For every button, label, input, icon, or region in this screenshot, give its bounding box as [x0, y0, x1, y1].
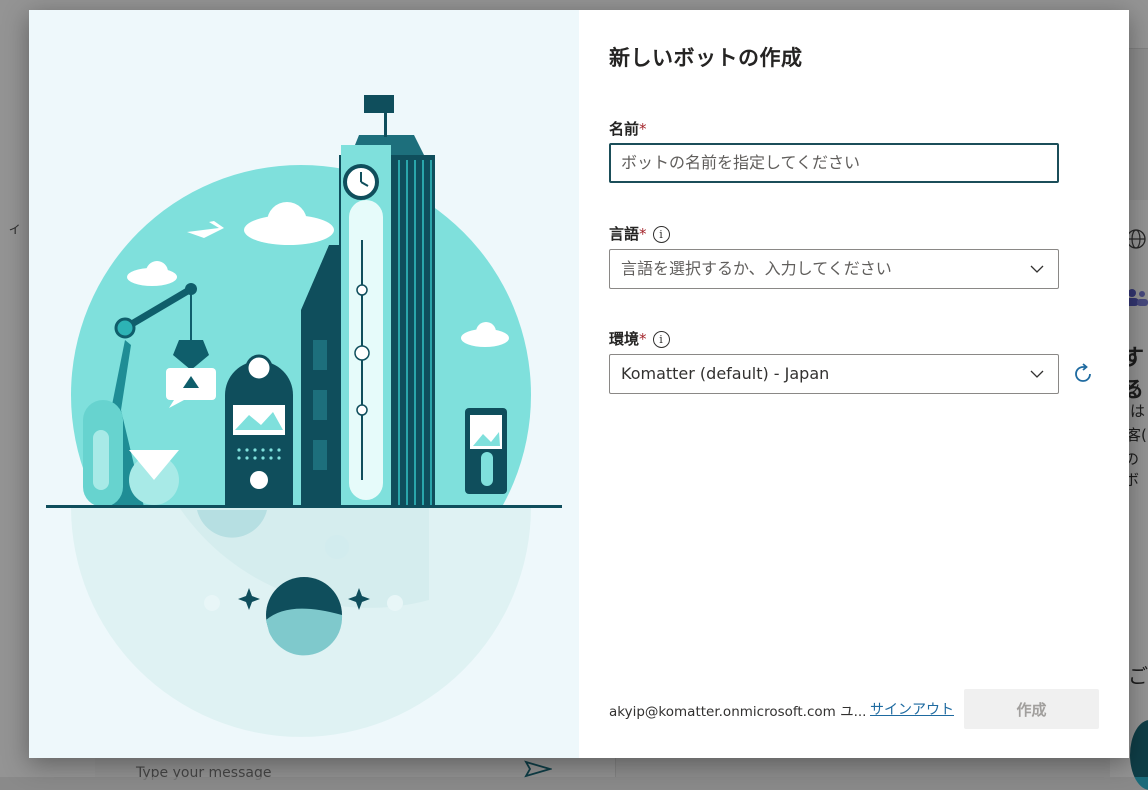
environment-info-icon[interactable]: i	[652, 331, 670, 348]
language-label-text: 言語	[609, 225, 640, 243]
create-button[interactable]: 作成	[964, 689, 1099, 729]
signout-link[interactable]: サインアウト	[870, 699, 954, 719]
environment-dropdown[interactable]: Komatter (default) - Japan	[609, 354, 1059, 394]
environment-required-mark: *	[639, 330, 647, 348]
create-bot-form: 新しいボットの作成 名前* ボットの名前を指定してください 言語* i 言語を選択…	[609, 10, 1129, 758]
chevron-down-icon[interactable]	[1030, 262, 1044, 276]
refresh-icon[interactable]	[1071, 362, 1095, 386]
environment-label: 環境* i	[609, 328, 670, 349]
environment-label-text: 環境	[609, 330, 640, 348]
name-required-mark: *	[639, 120, 647, 138]
bot-name-input[interactable]: ボットの名前を指定してください	[609, 143, 1059, 183]
language-required-mark: *	[639, 225, 647, 243]
bot-name-placeholder: ボットの名前を指定してください	[621, 153, 861, 172]
environment-value: Komatter (default) - Japan	[621, 364, 830, 383]
city-illustration	[29, 10, 579, 758]
create-bot-dialog: 新しいボットの作成 名前* ボットの名前を指定してください 言語* i 言語を選択…	[29, 10, 1129, 758]
chevron-down-icon[interactable]	[1030, 367, 1044, 381]
language-placeholder: 言語を選択するか、入力してください	[621, 259, 892, 278]
language-combobox[interactable]: 言語を選択するか、入力してください	[609, 249, 1059, 289]
language-info-icon[interactable]: i	[652, 226, 670, 243]
language-label: 言語* i	[609, 223, 670, 244]
name-label: 名前*	[609, 118, 647, 139]
signed-in-account: akyip@komatter.onmicrosoft.com ユ...	[609, 704, 867, 720]
city-illustration-art	[46, 95, 562, 737]
name-label-text: 名前	[609, 120, 640, 138]
dialog-title: 新しいボットの作成	[609, 46, 803, 70]
